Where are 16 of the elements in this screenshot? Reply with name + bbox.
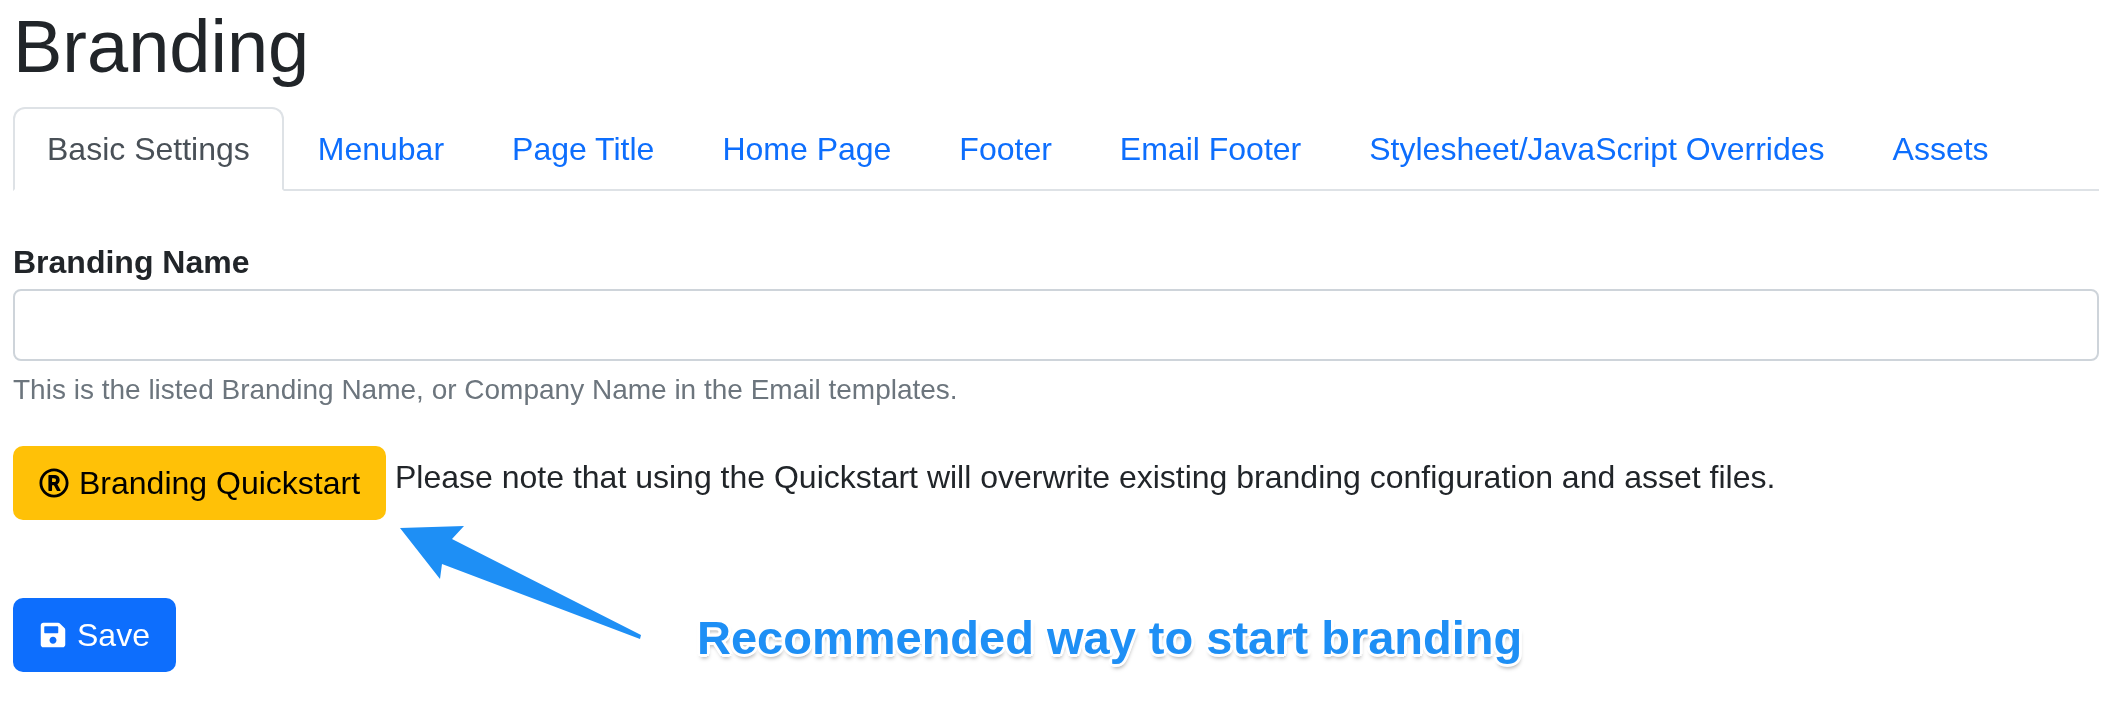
- page-title: Branding: [13, 4, 311, 90]
- registered-icon: [39, 467, 69, 498]
- tab[interactable]: Basic Settings: [13, 106, 284, 191]
- save-button[interactable]: Save: [13, 597, 176, 672]
- input-field[interactable]: [13, 288, 2099, 361]
- field-label: Branding Name: [13, 242, 251, 281]
- tab[interactable]: Assets: [1858, 106, 2023, 191]
- tab[interactable]: Menubar: [283, 106, 479, 191]
- quickstart-button[interactable]: Branding Quickstart: [13, 445, 386, 520]
- tab[interactable]: Page Title: [478, 106, 689, 191]
- tab[interactable]: Stylesheet/JavaScript Overrides: [1335, 106, 1859, 191]
- help-text: This is the listed Branding Name, or Company Name in the Email templates.: [13, 372, 959, 407]
- tab[interactable]: Email Footer: [1085, 106, 1336, 191]
- tab[interactable]: Home Page: [688, 106, 926, 191]
- note-text: Please note that using the Quickstart will overwrite existing branding configuration and asset files.: [395, 457, 1776, 497]
- tab[interactable]: Footer: [925, 106, 1086, 191]
